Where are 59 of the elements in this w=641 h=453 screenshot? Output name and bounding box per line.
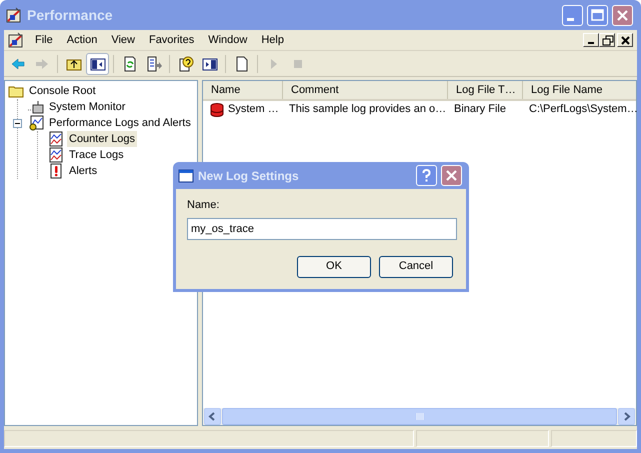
table-cell-text: Binary File bbox=[454, 102, 506, 118]
ok-button[interactable]: OK bbox=[297, 256, 371, 278]
close-icon bbox=[615, 8, 630, 22]
chart-icon bbox=[48, 147, 64, 163]
panel-icon bbox=[202, 56, 218, 72]
column-header[interactable]: Name bbox=[203, 81, 283, 99]
help-icon bbox=[178, 56, 194, 72]
menu-item[interactable]: Window bbox=[201, 30, 254, 50]
collapse-toggle[interactable] bbox=[13, 118, 22, 128]
column-header[interactable]: Comment bbox=[283, 81, 448, 99]
field-label: Name: bbox=[187, 198, 220, 213]
window-title: Performance bbox=[27, 6, 113, 24]
new-document-icon bbox=[234, 56, 250, 72]
scroll-left-button[interactable] bbox=[204, 408, 221, 425]
restore-icon bbox=[600, 34, 614, 46]
alert-icon bbox=[48, 163, 64, 179]
list-item[interactable]: System … bbox=[228, 101, 279, 118]
close-icon bbox=[618, 34, 632, 46]
chart-icon bbox=[48, 131, 64, 147]
menu-item[interactable]: View bbox=[104, 30, 142, 50]
column-header[interactable]: Log File Name bbox=[523, 81, 641, 99]
maximize-button[interactable] bbox=[587, 4, 608, 26]
refresh-icon bbox=[122, 56, 138, 72]
dialog-title: New Log Settings bbox=[198, 168, 300, 184]
chevron-right-icon bbox=[622, 412, 631, 421]
monitor-icon bbox=[28, 99, 44, 115]
column-header[interactable]: Log File T… bbox=[448, 81, 523, 99]
tree-item[interactable]: Counter Logs bbox=[67, 130, 138, 148]
panel-icon bbox=[90, 56, 106, 72]
cancel-button[interactable]: Cancel bbox=[379, 256, 453, 278]
tree-item[interactable]: System Monitor bbox=[47, 98, 128, 116]
menu-item[interactable]: Help bbox=[254, 30, 291, 50]
name-field[interactable]: my_os_trace bbox=[187, 218, 457, 240]
chart-icon bbox=[28, 115, 44, 131]
menu-item[interactable]: Favorites bbox=[142, 30, 202, 50]
tree-item[interactable]: Performance Logs and Alerts bbox=[47, 114, 193, 132]
panel-button[interactable] bbox=[86, 52, 109, 74]
grip-icon bbox=[416, 413, 424, 420]
close-button[interactable] bbox=[617, 33, 633, 47]
maximize-icon bbox=[590, 8, 605, 22]
back-arrow-icon bbox=[10, 56, 26, 72]
table-cell-text: C:\PerfLogs\System… bbox=[529, 102, 638, 118]
minimize-icon bbox=[588, 42, 594, 44]
app-icon bbox=[6, 7, 22, 23]
table-cell-text: This sample log provides an o… bbox=[289, 102, 446, 118]
tree-item[interactable]: Alerts bbox=[67, 162, 100, 180]
close-icon bbox=[444, 168, 459, 183]
minimize-icon bbox=[567, 18, 574, 21]
menu-item[interactable]: File bbox=[28, 30, 60, 50]
export-list-icon bbox=[146, 56, 162, 72]
tree-item[interactable]: Trace Logs bbox=[67, 146, 126, 164]
tree-item[interactable]: Console Root bbox=[27, 82, 98, 100]
window-icon bbox=[178, 168, 194, 184]
restore-button[interactable] bbox=[599, 33, 615, 47]
scroll-right-button[interactable] bbox=[618, 408, 635, 425]
chevron-left-icon bbox=[208, 412, 217, 421]
minimize-button[interactable] bbox=[583, 33, 599, 47]
menu-item[interactable]: Action bbox=[60, 30, 104, 50]
database-icon bbox=[209, 102, 225, 118]
